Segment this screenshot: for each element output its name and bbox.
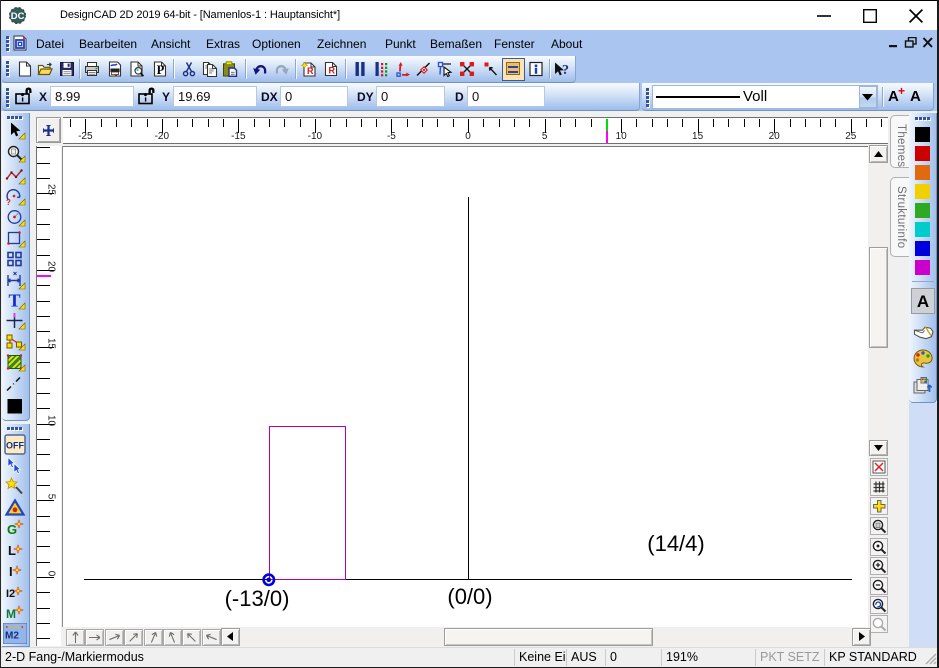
svg-text:M: M <box>6 607 16 621</box>
svg-text:OFF: OFF <box>6 440 24 450</box>
svg-text:R: R <box>307 66 314 76</box>
svg-text:M2: M2 <box>5 630 19 641</box>
svg-text:I: I <box>9 564 13 579</box>
svg-text:I2: I2 <box>6 588 15 600</box>
svg-text:T: T <box>9 290 21 310</box>
svg-text:?: ? <box>562 63 569 77</box>
svg-text:DC: DC <box>11 11 25 22</box>
svg-text:L: L <box>8 543 16 558</box>
svg-text:R: R <box>329 66 336 76</box>
svg-text:P: P <box>157 63 165 77</box>
